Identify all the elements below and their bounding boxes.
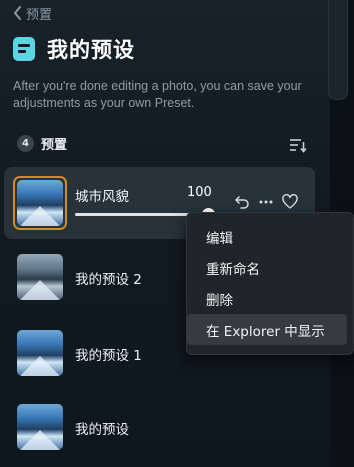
preset-thumbnail [17, 404, 63, 450]
adjacent-card [328, 0, 348, 100]
preset-amount-value: 100 [187, 185, 212, 200]
preset-thumbnail [17, 254, 63, 300]
page-title: 我的预设 [47, 38, 135, 62]
preset-thumbnail [17, 180, 63, 226]
heart-icon[interactable] [281, 193, 299, 211]
preset-name: 我的预设 2 [75, 272, 142, 288]
menu-item-rename[interactable]: 重新命名 [187, 252, 353, 283]
preset-name: 我的预设 1 [75, 348, 142, 364]
preset-icon [13, 37, 35, 61]
more-horizontal-icon[interactable] [257, 193, 275, 211]
preset-count-badge: 4 [17, 135, 34, 152]
section-label: 预置 [41, 138, 68, 153]
back-label: 预置 [26, 7, 53, 23]
menu-item-edit[interactable]: 编辑 [187, 221, 353, 252]
page-description: After you're done editing a photo, you c… [13, 79, 302, 110]
chevron-left-icon [14, 6, 21, 20]
preset-item[interactable]: 我的预设 [4, 391, 315, 463]
preset-name: 城市风貌 [75, 189, 129, 205]
preset-name: 我的预设 [75, 422, 129, 438]
title-row: 我的预设 [13, 34, 135, 64]
section-header: 4 预置 [17, 134, 67, 153]
undo-icon[interactable] [233, 193, 251, 211]
preset-context-menu: 编辑 重新命名 删除 在 Explorer 中显示 [186, 212, 354, 355]
menu-item-show-in-explorer[interactable]: 在 Explorer 中显示 [187, 314, 347, 345]
menu-item-delete[interactable]: 删除 [187, 283, 353, 314]
app-window: 预置 我的预设 After you're done editing a phot… [0, 0, 354, 467]
sort-icon[interactable] [289, 137, 307, 153]
preset-thumbnail [17, 330, 63, 376]
back-link[interactable]: 预置 [13, 3, 52, 23]
